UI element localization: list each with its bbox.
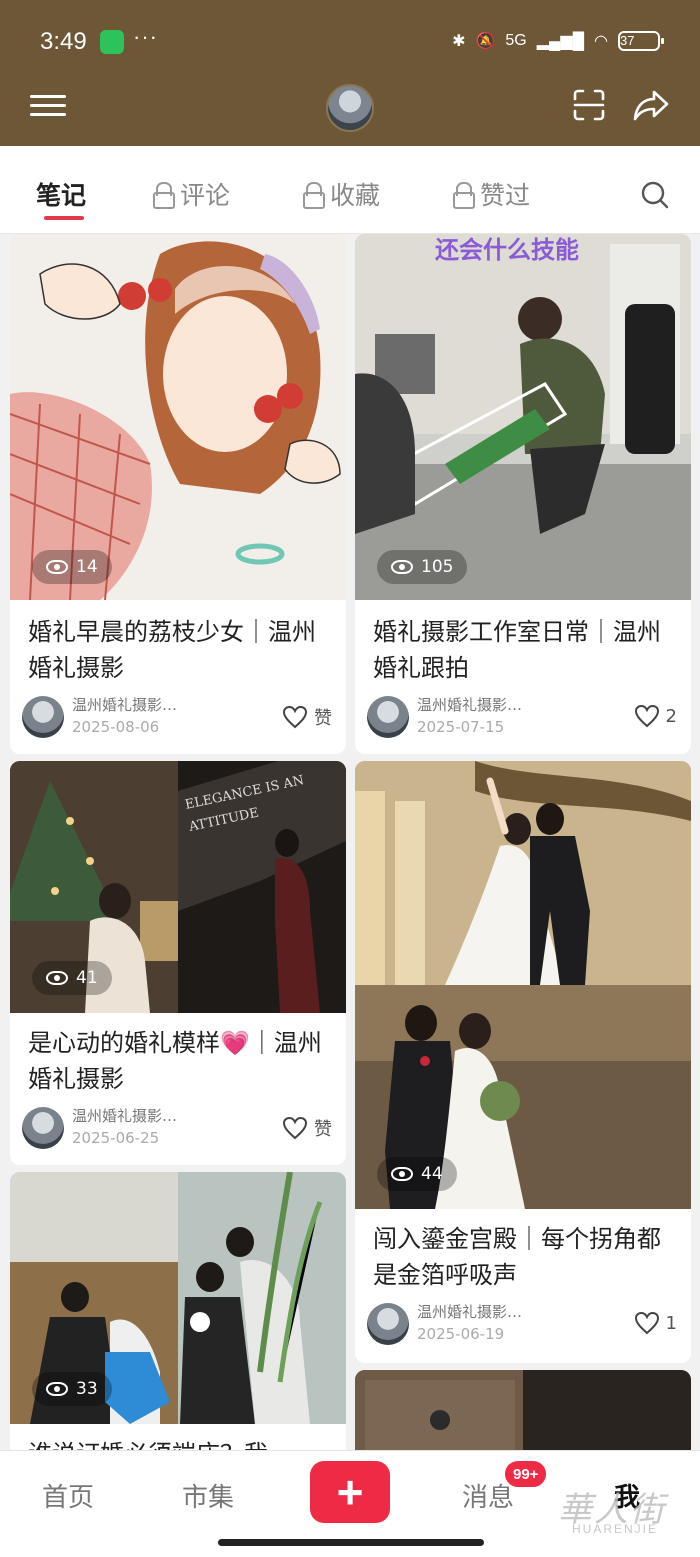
view-count: 41 [32,961,112,995]
profile-header [0,80,700,146]
note-card[interactable]: 14 婚礼早晨的荔枝少女｜温州婚礼摄影 温州婚礼摄影… 2025-08-06 赞 [10,234,346,754]
plus-icon: + [336,1466,364,1518]
note-author-row: 温州婚礼摄影… 2025-07-15 2 [367,694,677,740]
heart-icon [634,704,659,728]
note-card[interactable] [355,1370,691,1460]
note-cover-image [355,761,691,1209]
view-count-value: 33 [76,1379,98,1399]
note-cover-image [355,1370,691,1460]
note-author-row: 温州婚礼摄影… 2025-06-19 1 [367,1301,677,1347]
wifi-icon: ◠ [594,33,608,50]
lock-icon [302,182,325,209]
scan-icon[interactable] [572,88,606,122]
note-card[interactable]: 44 闯入鎏金宫殿｜每个拐角都是金箔呼吸声 温州婚礼摄影… 2025-06-19… [355,761,691,1363]
heart-icon [634,1311,659,1335]
tab-notes[interactable]: 笔记 [36,176,87,220]
share-icon[interactable] [632,86,670,124]
lock-icon [452,182,475,209]
profile-tabs: 笔记 评论 收藏 赞过 [0,146,700,234]
note-card[interactable]: 还会什么技能 105 婚礼摄影工作室日常｜温州婚礼跟拍 温州婚礼摄影… 2025… [355,234,691,754]
view-count-value: 44 [421,1164,443,1184]
note-card[interactable]: ELEGANCE IS AN ATTITUDE 41 是心动的婚礼模样💗｜温州婚… [10,761,346,1165]
tab-label: 笔记 [36,181,87,210]
watermark-logo: 華人街 HUARENJIE [550,1482,690,1542]
note-title: 婚礼摄影工作室日常｜温州婚礼跟拍 [373,618,661,682]
battery-icon: 37 [618,31,664,51]
author-name[interactable]: 温州婚礼摄影… [72,1105,177,1126]
note-cover-image: 还会什么技能 [355,234,691,600]
like-button[interactable]: 2 [634,704,677,728]
signal-icon: ▂▄▆█ [536,33,585,50]
note-title: 是心动的婚礼模样💗｜温州婚礼摄影 [28,1029,322,1093]
eye-icon [46,971,68,985]
author-avatar[interactable] [22,1107,64,1149]
note-title: 闯入鎏金宫殿｜每个拐角都是金箔呼吸声 [373,1225,661,1289]
author-name[interactable]: 温州婚礼摄影… [417,1301,522,1322]
nav-market[interactable]: 市集 [182,1477,234,1514]
author-avatar[interactable] [367,1303,409,1345]
author-name[interactable]: 温州婚礼摄影… [417,694,522,715]
tab-label: 赞过 [480,181,531,210]
bluetooth-icon: ✱ [452,33,466,50]
eye-icon [46,1382,68,1396]
active-tab-indicator [44,216,84,220]
heart-icon [282,705,308,729]
create-note-button[interactable]: + [310,1461,390,1523]
tab-label: 收藏 [330,181,381,210]
note-author-row: 温州婚礼摄影… 2025-08-06 赞 [22,694,332,740]
view-count: 105 [377,550,468,584]
view-count-value: 14 [76,557,98,577]
like-button[interactable]: 1 [634,1311,677,1335]
eye-icon [391,1167,413,1181]
tab-comments[interactable]: 评论 [152,176,230,212]
like-count: 2 [665,705,677,727]
like-button[interactable]: 赞 [282,704,332,730]
watermark-subtext: HUARENJIE [572,1522,659,1536]
system-icons: ✱ 🔕 5G ▂▄▆█ ◠ 37 [452,28,664,54]
wechat-icon [100,30,124,54]
home-indicator[interactable] [218,1539,484,1546]
messages-badge: 99+ [503,1459,549,1489]
tab-favorites[interactable]: 收藏 [302,176,380,212]
like-count: 赞 [314,1119,332,1140]
author-avatar[interactable] [22,696,64,738]
note-date: 2025-06-19 [417,1325,505,1343]
lock-icon [152,182,175,209]
tab-label: 评论 [180,181,231,210]
more-notifications-icon: ··· [133,24,158,49]
tab-liked[interactable]: 赞过 [452,176,530,212]
heart-icon [282,1116,308,1140]
nav-home[interactable]: 首页 [42,1477,94,1514]
note-title: 婚礼早晨的荔枝少女｜温州婚礼摄影 [28,618,316,682]
mute-icon: 🔕 [475,33,496,50]
author-name[interactable]: 温州婚礼摄影… [72,694,177,715]
note-author-row: 温州婚礼摄影… 2025-06-25 赞 [22,1105,332,1151]
like-count: 赞 [314,708,332,729]
view-count: 44 [377,1157,457,1191]
status-bar: 3:49 ··· ✱ 🔕 5G ▂▄▆█ ◠ 37 [0,0,700,80]
view-count-value: 41 [76,968,98,988]
view-count: 33 [32,1372,112,1406]
note-date: 2025-08-06 [72,718,160,736]
note-date: 2025-06-25 [72,1129,160,1147]
profile-avatar[interactable] [326,84,374,132]
view-count-value: 105 [421,557,454,577]
like-count: 1 [665,1312,677,1334]
network-type: 5G [505,32,527,49]
svg-text:还会什么技能: 还会什么技能 [435,236,579,264]
note-date: 2025-07-15 [417,718,505,736]
status-time: 3:49 [40,28,87,55]
author-avatar[interactable] [367,696,409,738]
search-icon[interactable] [640,180,670,210]
eye-icon [391,560,413,574]
view-count: 14 [32,550,112,584]
menu-icon[interactable] [30,90,66,126]
eye-icon [46,560,68,574]
note-card[interactable]: 33 谁说订婚必须端庄？我 [10,1172,346,1462]
note-cover-image [10,234,346,600]
like-button[interactable]: 赞 [282,1115,332,1141]
